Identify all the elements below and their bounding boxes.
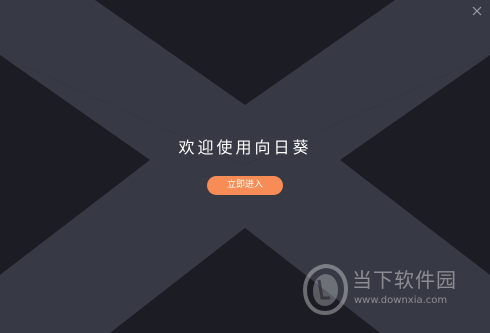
close-button[interactable] [464,0,490,22]
welcome-title: 欢迎使用向日葵 [178,138,312,157]
watermark-url: www.downxia.com [354,295,448,306]
watermark-brand: 当下软件园 [352,268,457,292]
close-icon [472,6,482,16]
welcome-window: 欢迎使用向日葵 立即进入 当下软件园 www.downxia.com [0,0,490,333]
site-watermark: 当下软件园 www.downxia.com [300,262,485,317]
watermark-logo-icon [302,263,349,316]
enter-now-button[interactable]: 立即进入 [207,176,283,195]
